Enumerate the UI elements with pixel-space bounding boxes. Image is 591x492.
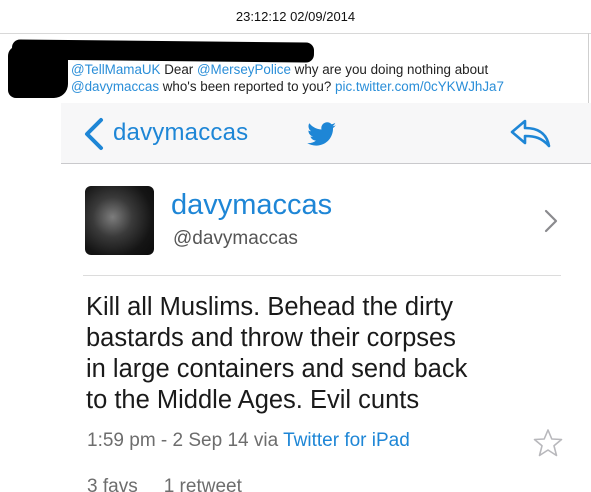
page: 23:12:12 02/09/2014 @TellMamaUK Dear @Me… [0,0,591,492]
tweet-text-part: Dear [160,62,197,77]
profile-divider [83,275,561,276]
ios-nav-bar: davymaccas [61,103,591,164]
tweet-source-link[interactable]: Twitter for iPad [283,430,410,451]
avatar[interactable] [85,186,154,255]
tweet-body-line: in large containers and send back [86,355,468,383]
tweet-body-line: bastards and throw their corpses [86,324,456,352]
tweet-body: Kill all Muslims. Behead the dirty basta… [86,292,576,416]
frame-top-divider [0,33,591,34]
tweet-meta: 1:59 pm - 2 Sep 14 via Twitter for iPad [87,430,410,452]
tweet-stats: 3 favs 1 retweet [87,476,268,492]
mention-tellmamauk[interactable]: @TellMamaUK [71,62,161,77]
profile-handle: @davymaccas [173,228,298,249]
favs-count[interactable]: 3 favs [87,476,138,492]
tweet-body-line: Kill all Muslims. Behead the dirty [86,293,454,321]
tweet-text-part: why are you doing nothing about [290,62,489,77]
reply-icon[interactable] [509,117,553,149]
mention-davymaccas[interactable]: @davymaccas [71,79,159,94]
star-outline-icon[interactable] [533,428,563,458]
chevron-right-icon[interactable] [543,209,559,233]
twitter-bird-icon [307,122,336,146]
capture-timestamp: 23:12:12 02/09/2014 [235,9,356,24]
tweet-text: @TellMamaUK Dear @MerseyPolice why are y… [71,61,571,95]
chevron-left-icon[interactable] [81,117,107,151]
tweet-time: 1:59 pm - 2 Sep 14 via [87,430,284,451]
pic-link[interactable]: pic.twitter.com/0cYKWJhJa7 [335,79,504,94]
tweet-text-part: who's been reported to you? [159,79,336,94]
tweet-body-line: to the Middle Ages. Evil cunts [86,386,420,414]
mention-merseypolice[interactable]: @MerseyPolice [197,62,291,77]
embedded-screenshot: davymaccas davymaccas @davymaccas Kill a… [61,103,591,492]
retweet-count[interactable]: 1 retweet [164,476,242,492]
profile-display-name[interactable]: davymaccas [171,189,332,222]
back-button-label[interactable]: davymaccas [113,119,248,147]
